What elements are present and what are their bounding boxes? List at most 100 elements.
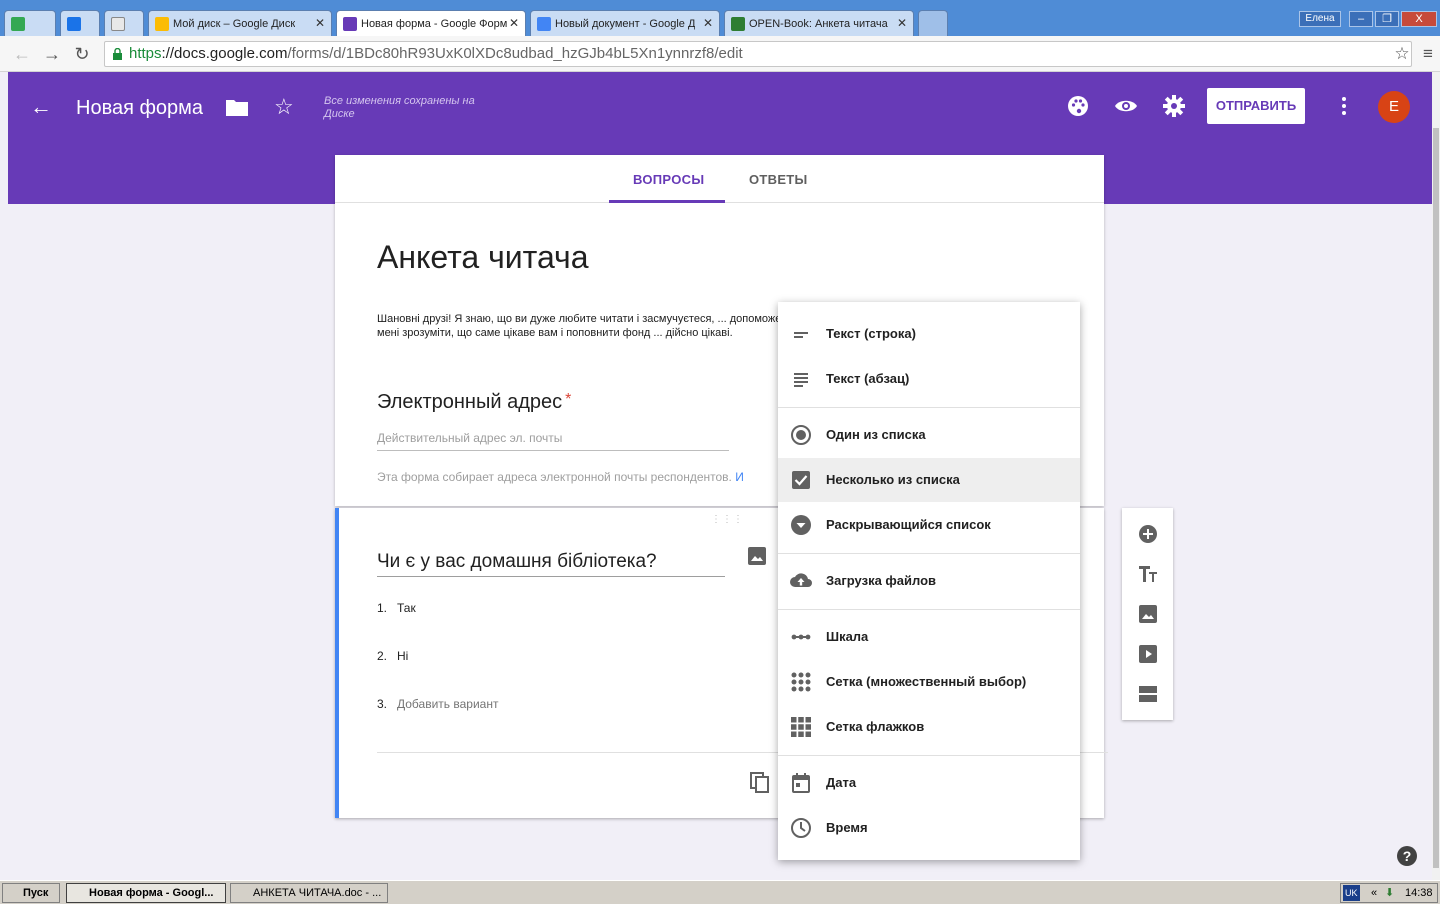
browser-tab-openbook[interactable]: OPEN-Book: Анкета читача ✕ xyxy=(724,10,914,36)
menu-item-paragraph[interactable]: Текст (абзац) xyxy=(778,357,1080,401)
duplicate-icon[interactable] xyxy=(749,772,771,794)
menu-divider xyxy=(778,553,1080,554)
browser-tab[interactable] xyxy=(60,10,100,36)
option-item[interactable]: 1. Так xyxy=(377,601,416,615)
option-number: 3. xyxy=(377,697,388,711)
menu-item-label: Текст (строка) xyxy=(826,326,916,341)
forward-arrow-icon[interactable]: → xyxy=(42,44,62,65)
menu-item-upload[interactable]: Загрузка файлов xyxy=(778,559,1080,603)
close-icon[interactable]: ✕ xyxy=(315,16,325,30)
taskbar-item-word[interactable]: АНКЕТА ЧИТАЧА.doc - ... xyxy=(230,883,388,903)
close-icon[interactable]: ✕ xyxy=(703,16,713,30)
email-question-label: Электронный адрес * xyxy=(377,391,571,414)
browser-tabstrip: Мой диск – Google Диск ✕ Новая форма - Go… xyxy=(0,0,1440,36)
address-bar[interactable]: https://docs.google.com/forms/d/1BDc80hR… xyxy=(104,41,1412,67)
preview-eye-icon[interactable] xyxy=(1114,94,1138,118)
clock-icon xyxy=(791,818,811,838)
palette-icon[interactable] xyxy=(1066,94,1090,118)
close-icon[interactable]: ✕ xyxy=(897,16,907,30)
window-close-icon[interactable]: X xyxy=(1401,11,1437,27)
browser-tab-drive[interactable]: Мой диск – Google Диск ✕ xyxy=(148,10,332,36)
tab-title: Новый документ - Google Д xyxy=(555,17,696,30)
back-arrow-icon[interactable]: ← xyxy=(30,94,54,119)
start-button[interactable]: Пуск xyxy=(2,883,60,903)
avatar[interactable]: E xyxy=(1378,91,1410,123)
menu-item-label: Один из списка xyxy=(826,427,926,442)
add-section-icon[interactable] xyxy=(1137,683,1159,705)
dropdown-icon xyxy=(791,515,811,535)
url-host: ://docs.google.com xyxy=(161,45,288,62)
taskbar-item-chrome[interactable]: Новая форма - Googl... xyxy=(66,883,226,903)
menu-item-date[interactable]: Дата xyxy=(778,761,1080,805)
reload-icon[interactable]: ↻ xyxy=(72,44,92,65)
browser-tab-forms[interactable]: Новая форма - Google Форм ✕ xyxy=(336,10,526,36)
download-arrow-icon[interactable]: ⬇ xyxy=(1385,884,1394,902)
crown-favicon-icon xyxy=(67,16,81,31)
docs-favicon-icon xyxy=(537,16,551,31)
menu-item-grid[interactable]: Сетка (множественный выбор) xyxy=(778,660,1080,704)
add-image-icon[interactable] xyxy=(1137,603,1159,625)
browser-tab-docs[interactable]: Новый документ - Google Д ✕ xyxy=(530,10,720,36)
option-item[interactable]: 2. Ні xyxy=(377,649,408,663)
email-collection-note: Эта форма собирает адреса электронной по… xyxy=(377,470,744,484)
menu-item-scale[interactable]: Шкала xyxy=(778,615,1080,659)
form-title[interactable]: Анкета читача xyxy=(377,239,589,276)
menu-item-checkboxes[interactable]: Несколько из списка xyxy=(778,458,1080,502)
menu-item-radio[interactable]: Один из списка xyxy=(778,413,1080,457)
form-doc-title[interactable]: Новая форма xyxy=(76,97,203,120)
upload-icon xyxy=(790,573,812,587)
scrollbar-thumb[interactable] xyxy=(1433,128,1439,868)
language-indicator[interactable]: UK xyxy=(1343,885,1360,901)
email-label-text: Электронный адрес xyxy=(377,391,563,413)
add-option[interactable]: 3. Добавить вариант xyxy=(377,697,498,711)
back-arrow-icon[interactable]: ← xyxy=(12,44,32,65)
email-note-link[interactable]: И xyxy=(735,470,744,484)
browser-tab[interactable] xyxy=(104,10,144,36)
settings-gear-icon[interactable] xyxy=(1162,94,1186,118)
add-title-icon[interactable] xyxy=(1137,563,1159,585)
tab-title: Новая форма - Google Форм xyxy=(361,17,508,30)
question-title-input[interactable]: Чи є у вас домашня бібліотека? xyxy=(377,551,725,577)
drag-handle-icon[interactable]: ⋮⋮⋮ xyxy=(711,514,744,525)
browser-toolbar: ← → ↻ https://docs.google.com/forms/d/1B… xyxy=(0,36,1440,72)
star-icon[interactable]: ☆ xyxy=(274,94,294,120)
send-button[interactable]: ОТПРАВИТЬ xyxy=(1207,88,1305,124)
email-field: Действительный адрес эл. почты xyxy=(377,431,729,451)
taskbar: Пуск Новая форма - Googl... АНКЕТА ЧИТАЧ… xyxy=(0,880,1440,904)
new-tab-button[interactable] xyxy=(918,10,948,36)
system-tray: UK « ⬇ 14:38 xyxy=(1340,883,1438,903)
maximize-icon[interactable]: ❐ xyxy=(1375,11,1399,27)
tab-questions[interactable]: ВОПРОСЫ xyxy=(633,172,704,187)
add-video-icon[interactable] xyxy=(1137,643,1159,665)
grid-icon xyxy=(791,672,811,692)
folder-icon[interactable] xyxy=(226,98,248,116)
url-scheme: https xyxy=(129,45,162,62)
menu-item-time[interactable]: Время xyxy=(778,806,1080,850)
menu-item-short-text[interactable]: Текст (строка) xyxy=(778,312,1080,356)
tray-expand-icon[interactable]: « xyxy=(1371,884,1377,902)
bookmark-star-icon[interactable]: ☆ xyxy=(1392,44,1412,64)
window-user-label: Елена xyxy=(1299,11,1341,27)
help-icon[interactable]: ? xyxy=(1396,845,1418,867)
browser-tab[interactable] xyxy=(4,10,56,36)
add-question-icon[interactable] xyxy=(1137,523,1159,545)
more-vert-icon[interactable] xyxy=(1338,94,1350,118)
form-description[interactable]: Шановні друзі! Я знаю, що ви дуже любите… xyxy=(377,312,787,360)
close-icon[interactable]: ✕ xyxy=(509,16,519,30)
menu-item-label: Шкала xyxy=(826,629,869,644)
menu-item-checkbox-grid[interactable]: Сетка флажков xyxy=(778,705,1080,749)
blank-page-icon xyxy=(111,16,125,31)
option-label: Ні xyxy=(397,649,409,663)
checkbox-icon xyxy=(792,471,810,489)
menu-item-label: Время xyxy=(826,820,868,835)
add-option-label: Добавить вариант xyxy=(397,697,499,711)
minimize-icon[interactable]: – xyxy=(1349,11,1373,27)
menu-icon[interactable]: ≡ xyxy=(1418,44,1438,64)
email-note-text: Эта форма собирает адреса электронной по… xyxy=(377,470,732,484)
menu-divider xyxy=(778,609,1080,610)
tab-responses[interactable]: ОТВЕТЫ xyxy=(749,172,808,187)
checkbox-grid-icon xyxy=(791,717,811,737)
menu-item-dropdown[interactable]: Раскрывающийся список xyxy=(778,503,1080,547)
tab-title: OPEN-Book: Анкета читача xyxy=(749,17,888,30)
image-icon[interactable] xyxy=(747,546,767,566)
